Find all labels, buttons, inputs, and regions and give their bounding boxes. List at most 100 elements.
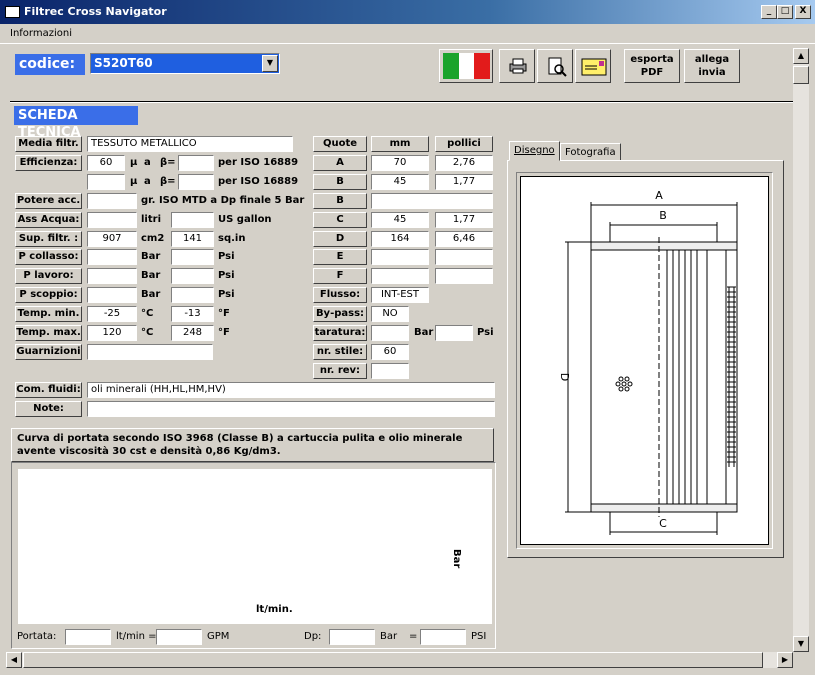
note-field[interactable]	[87, 401, 495, 417]
mu-label: µ	[130, 157, 138, 168]
close-button[interactable]: X	[795, 5, 811, 19]
quote-a-button[interactable]: A	[313, 155, 367, 171]
quote-in-field[interactable]	[435, 249, 493, 265]
quote-d-button[interactable]: D	[313, 231, 367, 247]
ass-acqua-litri-field[interactable]	[87, 212, 137, 228]
temp-min-button[interactable]: Temp. min.	[15, 306, 82, 322]
psi-label: PSI	[471, 631, 487, 642]
media-filtrante-button[interactable]: Media filtr.	[15, 136, 82, 152]
email-button[interactable]	[575, 49, 611, 83]
horizontal-scrollbar[interactable]: ◀ ▶	[6, 652, 793, 668]
gpm-field[interactable]	[156, 629, 202, 645]
quote-mm-field[interactable]: 70	[371, 155, 429, 171]
ass-acqua-button[interactable]: Ass Acqua:	[15, 212, 82, 228]
taratura-psi-field[interactable]	[435, 325, 473, 341]
quote-mm-field[interactable]	[371, 268, 429, 284]
stile-field[interactable]: 60	[371, 344, 409, 360]
ass-acqua-gallon-field[interactable]	[171, 212, 214, 228]
scroll-down-icon[interactable]: ▼	[793, 636, 809, 652]
curve-xlabel: lt/min.	[256, 604, 293, 615]
temp-max-f-field[interactable]: 248	[171, 325, 214, 341]
psi-label: Psi	[218, 289, 235, 300]
com-fluidi-field[interactable]: oli minerali (HH,HL,HM,HV)	[87, 382, 495, 398]
sup-filtr-button[interactable]: Sup. filtr. :	[15, 231, 82, 247]
scroll-left-icon[interactable]: ◀	[6, 652, 22, 668]
cm2-label: cm2	[141, 233, 165, 244]
scroll-thumb[interactable]	[793, 66, 809, 84]
taratura-button[interactable]: taratura:	[313, 325, 367, 341]
p-scoppio-bar-field[interactable]	[87, 287, 137, 303]
minimize-button[interactable]: _	[761, 5, 777, 19]
com-fluidi-button[interactable]: Com. fluidi:	[15, 382, 82, 398]
p-collasso-psi-field[interactable]	[171, 249, 214, 265]
stile-button[interactable]: nr. stile:	[313, 344, 367, 360]
efficienza-mu2-field[interactable]	[87, 174, 125, 190]
quote-mm-field[interactable]: 45	[371, 174, 429, 190]
efficienza-beta-field[interactable]	[178, 155, 214, 171]
p-scoppio-psi-field[interactable]	[171, 287, 214, 303]
quote-in-field[interactable]: 1,77	[435, 174, 493, 190]
tab-fotografia[interactable]: Fotografia	[560, 143, 621, 161]
p-collasso-button[interactable]: P collasso:	[15, 249, 82, 265]
quote-in-field[interactable]: 2,76	[435, 155, 493, 171]
sup-filtr-cm2-field[interactable]: 907	[87, 231, 137, 247]
quote-e-button[interactable]: E	[313, 249, 367, 265]
portata-field[interactable]	[65, 629, 111, 645]
p-scoppio-button[interactable]: P scoppio:	[15, 287, 82, 303]
quote-in-field[interactable]: 6,46	[435, 231, 493, 247]
quote-mm-field[interactable]	[371, 249, 429, 265]
tab-disegno[interactable]: Disegno	[509, 141, 560, 161]
taratura-bar-field[interactable]	[371, 325, 409, 341]
guarnizioni-button[interactable]: Guarnizioni	[15, 344, 82, 360]
quote-b2-field[interactable]	[371, 193, 493, 209]
rev-button[interactable]: nr. rev:	[313, 363, 367, 379]
temp-min-f-field[interactable]: -13	[171, 306, 214, 322]
flusso-button[interactable]: Flusso:	[313, 287, 367, 303]
quote-c-button[interactable]: C	[313, 212, 367, 228]
temp-max-button[interactable]: Temp. max.	[15, 325, 82, 341]
p-lavoro-psi-field[interactable]	[171, 268, 214, 284]
scroll-right-icon[interactable]: ▶	[777, 652, 793, 668]
vertical-scrollbar[interactable]: ▲ ▼	[793, 48, 809, 652]
quote-mm-field[interactable]: 45	[371, 212, 429, 228]
p-lavoro-button[interactable]: P lavoro:	[15, 268, 82, 284]
efficienza-beta2-field[interactable]	[178, 174, 214, 190]
preview-button[interactable]	[537, 49, 573, 83]
rev-field[interactable]	[371, 363, 409, 379]
iso-label: per ISO 16889	[218, 176, 299, 187]
quote-b-button[interactable]: B	[313, 193, 367, 209]
scroll-up-icon[interactable]: ▲	[793, 48, 809, 64]
drawing-frame: A B C D	[516, 172, 773, 549]
codice-combo[interactable]: S520T60 ▼	[90, 53, 280, 74]
p-collasso-bar-field[interactable]	[87, 249, 137, 265]
quote-mm-field[interactable]: 164	[371, 231, 429, 247]
esporta-pdf-button[interactable]: esporta PDF	[624, 49, 680, 83]
efficienza-button[interactable]: Efficienza:	[15, 155, 82, 171]
menu-informazioni[interactable]: Informazioni	[10, 28, 72, 39]
guarnizioni-field[interactable]	[87, 344, 213, 360]
bypass-field[interactable]: NO	[371, 306, 409, 322]
potere-acc-field[interactable]	[87, 193, 137, 209]
sup-filtr-sqin-field[interactable]: 141	[171, 231, 214, 247]
bypass-button[interactable]: By-pass:	[313, 306, 367, 322]
quote-f-button[interactable]: F	[313, 268, 367, 284]
chevron-down-icon[interactable]: ▼	[262, 55, 278, 72]
allega-invia-button[interactable]: allega invia	[684, 49, 740, 83]
potere-acc-button[interactable]: Potere acc.	[15, 193, 82, 209]
psi-field[interactable]	[420, 629, 466, 645]
dp-bar-field[interactable]	[329, 629, 375, 645]
quote-in-field[interactable]	[435, 268, 493, 284]
efficienza-mu-field[interactable]: 60	[87, 155, 125, 171]
media-filtrante-field[interactable]: TESSUTO METALLICO	[87, 136, 293, 152]
note-button[interactable]: Note:	[15, 401, 82, 417]
language-flag-button[interactable]	[439, 49, 493, 83]
temp-min-c-field[interactable]: -25	[87, 306, 137, 322]
quote-b-button[interactable]: B	[313, 174, 367, 190]
flusso-field[interactable]: INT-EST	[371, 287, 429, 303]
print-button[interactable]	[499, 49, 535, 83]
hscroll-thumb[interactable]	[23, 652, 763, 668]
temp-max-c-field[interactable]: 120	[87, 325, 137, 341]
quote-in-field[interactable]: 1,77	[435, 212, 493, 228]
p-lavoro-bar-field[interactable]	[87, 268, 137, 284]
maximize-button[interactable]: □	[777, 5, 793, 19]
